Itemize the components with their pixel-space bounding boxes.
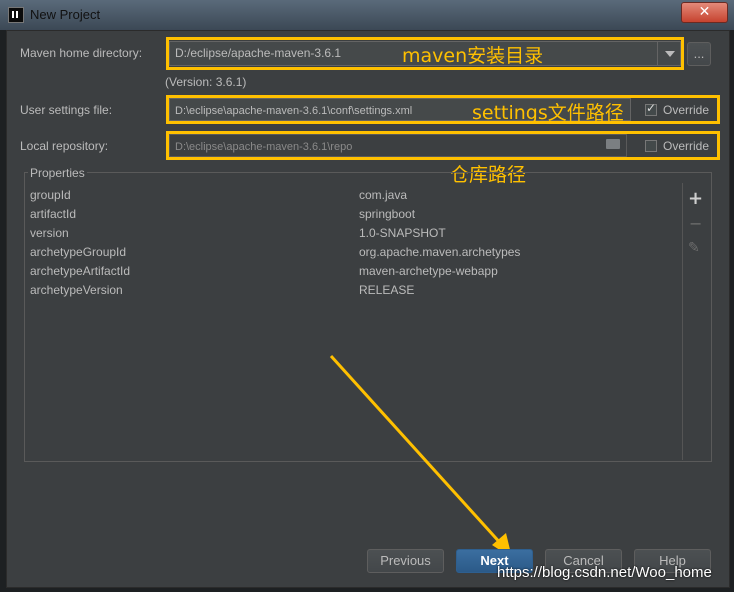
arrow-shaft bbox=[329, 354, 505, 548]
watermark-text: https://blog.csdn.net/Woo_home bbox=[497, 564, 712, 581]
previous-button[interactable]: Previous bbox=[367, 549, 444, 573]
annotation-arrow bbox=[329, 354, 512, 558]
